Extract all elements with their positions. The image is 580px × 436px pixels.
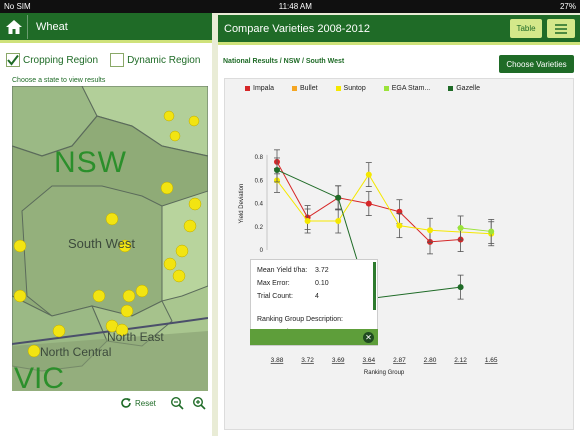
- legend-swatch: [448, 86, 454, 91]
- tooltip-row: Mean Yield t/ha: 3.72: [257, 264, 371, 277]
- map-label-north-central: North Central: [40, 345, 112, 359]
- data-point: [457, 224, 464, 231]
- data-point: [304, 218, 311, 224]
- legend-label: Impala: [253, 85, 275, 92]
- legend-swatch: [335, 86, 341, 91]
- dynamic-region-checkbox[interactable]: Dynamic Region: [110, 53, 200, 67]
- yield-chart: 0 0.2 0.4 0.6 0.8 Yield Deviation 3.88 3.72 3.69…: [239, 149, 498, 376]
- right-header: Compare Varieties 2008-2012 Table: [218, 15, 580, 45]
- map-label-nsw: NSW: [54, 146, 127, 179]
- zoom-in-icon[interactable]: [192, 396, 206, 410]
- x-tick-label: 3.69: [332, 357, 345, 364]
- map-label-north-east: North East: [107, 330, 164, 344]
- y-tick-label: 0.4: [255, 202, 264, 208]
- menu-button[interactable]: [547, 19, 575, 38]
- legend-label: Bullet: [300, 85, 318, 92]
- data-point: [274, 166, 280, 173]
- clock: 11:48 AM: [278, 2, 312, 11]
- legend-item[interactable]: Impala: [245, 85, 274, 92]
- data-point: [365, 200, 372, 207]
- legend-item[interactable]: Bullet: [292, 85, 318, 92]
- carrier-label: No SIM: [4, 2, 31, 11]
- tooltip-row: Trial Count: 4: [257, 290, 371, 303]
- close-icon: ✕: [365, 333, 372, 342]
- x-tick-label: 2.80: [424, 357, 437, 364]
- x-tick-label: 1.65: [485, 357, 498, 364]
- data-point: [365, 171, 372, 178]
- zoom-out-icon[interactable]: [170, 396, 184, 410]
- tooltip-key: Mean Yield t/ha:: [257, 267, 308, 274]
- status-bar: No SIM 11:48 AM 27%: [0, 0, 580, 13]
- breadcrumb[interactable]: National Results / NSW / South West: [223, 58, 344, 65]
- checkmark-icon: [7, 54, 19, 66]
- checkbox-box: [6, 53, 20, 67]
- y-tick-label: 0.6: [255, 178, 264, 184]
- left-header: Wheat: [0, 13, 212, 43]
- data-point: [488, 228, 495, 235]
- map-hint: Choose a state to view results: [12, 77, 106, 84]
- cropping-region-checkbox[interactable]: Cropping Region: [6, 53, 98, 67]
- x-tick-label: 2.87: [393, 357, 406, 364]
- cropping-region-label: Cropping Region: [23, 54, 99, 66]
- crop-title: Wheat: [36, 20, 68, 33]
- tooltip-key: Max Error:: [257, 280, 290, 287]
- battery-label: 27%: [559, 2, 576, 11]
- tooltip-value: 4: [315, 293, 319, 300]
- chart-area: Impala Bullet Suntop EGA Stam... Gazelle 0 0.…: [224, 78, 574, 430]
- reset-label: Reset: [135, 398, 156, 408]
- y-tick-label: 0.8: [255, 155, 264, 161]
- refresh-icon: [121, 398, 131, 408]
- y-tick-label: 0.2: [255, 225, 264, 231]
- map-label-south-west: South West: [68, 236, 135, 251]
- tooltip-scrollbar[interactable]: [373, 262, 376, 310]
- region-type-selector: Cropping Region Dynamic Region: [6, 53, 212, 67]
- legend-item[interactable]: Gazelle: [448, 85, 480, 92]
- hamburger-icon: [555, 23, 567, 34]
- map-label-vic: VIC: [14, 362, 65, 391]
- chart-legend: Impala Bullet Suntop EGA Stam... Gazelle: [245, 85, 498, 92]
- series-line: [460, 227, 492, 232]
- x-tick-label: 3.72: [301, 357, 314, 364]
- choose-varieties-button[interactable]: Choose Varieties: [499, 55, 574, 73]
- region-map[interactable]: NSW South West North East North Central …: [12, 86, 208, 391]
- tooltip-footer: [250, 329, 378, 345]
- x-tick-label: 3.64: [362, 357, 375, 364]
- legend-item[interactable]: EGA Stam...: [383, 85, 431, 92]
- legend-swatch: [245, 86, 250, 91]
- legend-label: Gazelle: [456, 85, 480, 92]
- x-axis-label: Ranking Group: [364, 370, 405, 376]
- map-controls: Reset: [120, 396, 206, 410]
- legend-swatch: [383, 86, 389, 91]
- dynamic-region-label: Dynamic Region: [127, 54, 201, 66]
- data-point: [335, 218, 342, 224]
- tooltip-close-button[interactable]: ✕: [363, 332, 374, 343]
- data-point: [335, 194, 342, 201]
- reset-button[interactable]: Reset: [120, 397, 156, 409]
- compare-title: Compare Varieties 2008-2012: [224, 22, 370, 35]
- tooltip-row: Max Error: 0.10: [257, 277, 371, 290]
- y-tick-label: 0: [260, 248, 264, 254]
- data-point: [457, 284, 464, 291]
- x-tick-label: 2.12: [454, 357, 467, 364]
- home-icon: [5, 19, 22, 34]
- tooltip-value: 3.72: [315, 267, 329, 274]
- legend-label: EGA Stam...: [391, 85, 431, 92]
- home-button[interactable]: [4, 14, 28, 39]
- y-axis-label: Yield Deviation: [239, 184, 245, 224]
- x-tick-label: 3.88: [271, 357, 284, 364]
- checkbox-box: [110, 53, 125, 67]
- tooltip-value: 0.10: [315, 280, 329, 287]
- data-point: [396, 222, 403, 229]
- legend-item[interactable]: Suntop: [335, 85, 366, 92]
- legend-swatch: [292, 86, 298, 91]
- series-line: [276, 173, 492, 235]
- data-point: [427, 227, 433, 234]
- legend-label: Suntop: [343, 85, 366, 92]
- tooltip-desc-label: Ranking Group Description:: [257, 316, 343, 323]
- tooltip-key: Trial Count:: [257, 293, 293, 300]
- table-button[interactable]: Table: [510, 19, 542, 38]
- right-panel: Compare Varieties 2008-2012 Table Nation…: [218, 15, 580, 436]
